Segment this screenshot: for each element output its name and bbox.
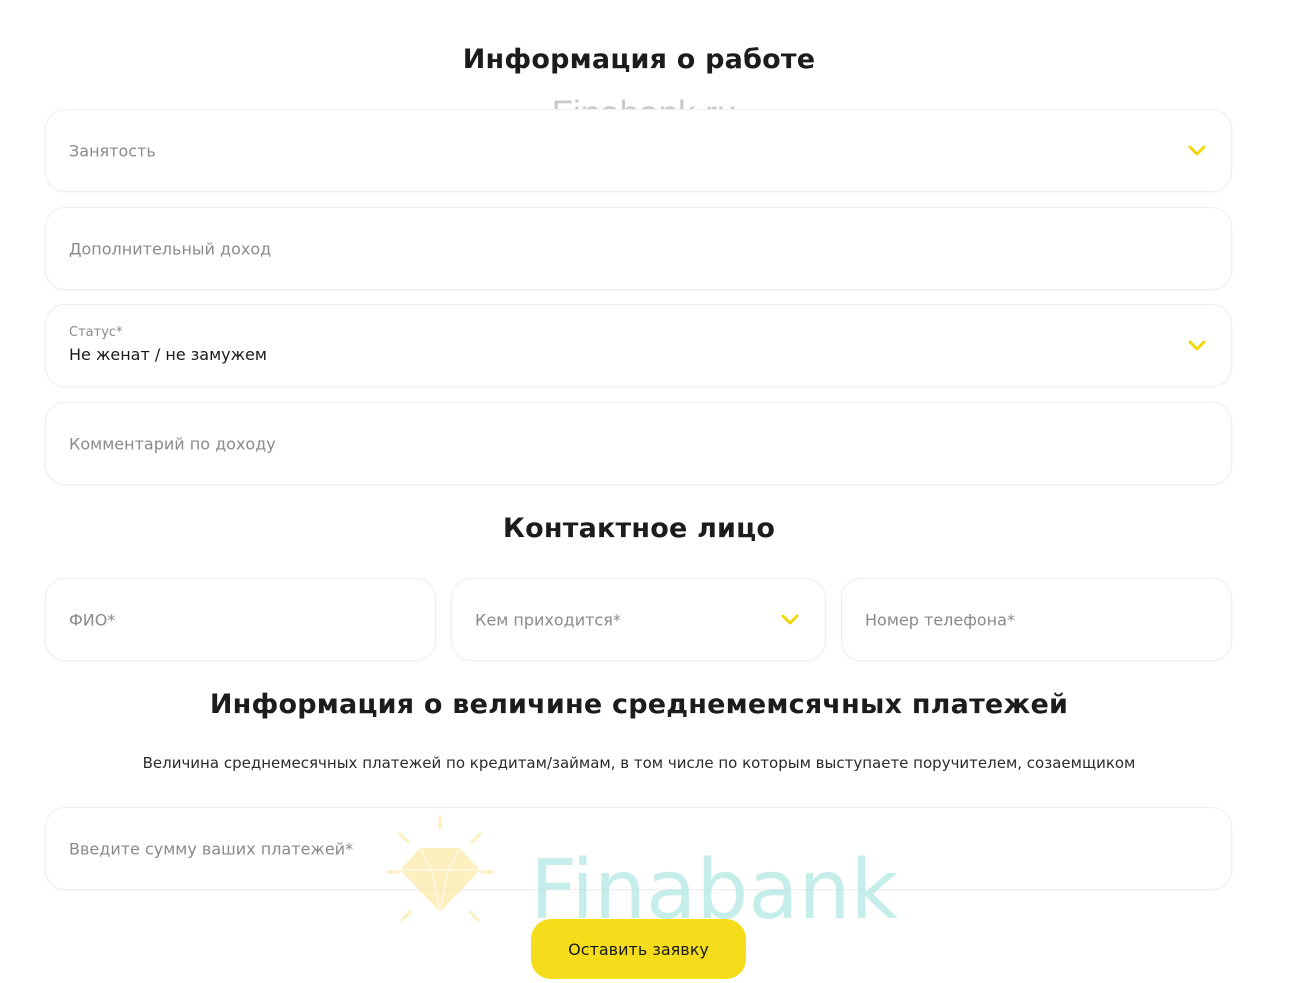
payments-amount-input[interactable]: Введите сумму ваших платежей* — [45, 807, 1232, 890]
contact-phone-input[interactable]: Номер телефона* — [841, 578, 1232, 661]
payments-description: Величина среднемесячных платежей по кред… — [142, 754, 1136, 772]
contact-phone-placeholder: Номер телефона* — [865, 610, 1015, 629]
employment-placeholder: Занятость — [69, 141, 156, 160]
status-select[interactable]: Статус* Не женат / не замужем — [45, 304, 1232, 387]
status-value: Не женат / не замужем — [69, 345, 267, 364]
contact-relation-select[interactable]: Кем приходится* — [451, 578, 826, 661]
payments-amount-placeholder: Введите сумму ваших платежей* — [69, 839, 354, 858]
submit-application-button[interactable]: Оставить заявку — [531, 919, 746, 979]
work-info-title: Информация о работе — [462, 44, 816, 75]
additional-income-placeholder: Дополнительный доход — [69, 239, 272, 258]
income-comment-placeholder: Комментарий по доходу — [69, 434, 276, 453]
chevron-down-icon — [1188, 340, 1206, 350]
chevron-down-icon — [781, 614, 799, 624]
employment-select[interactable]: Занятость — [45, 109, 1232, 192]
contact-person-title: Контактное лицо — [502, 513, 776, 544]
additional-income-input[interactable]: Дополнительный доход — [45, 207, 1232, 290]
income-comment-input[interactable]: Комментарий по доходу — [45, 402, 1232, 485]
chevron-down-icon — [1188, 145, 1206, 155]
contact-name-input[interactable]: ФИО* — [45, 578, 436, 661]
status-label: Статус* — [69, 325, 123, 340]
payments-info-title: Информация о величине среднемемсячных пл… — [209, 689, 1069, 720]
contact-relation-placeholder: Кем приходится* — [475, 610, 621, 629]
application-form-page: Информация о работе Finabank.ru Занятост… — [0, 0, 1293, 983]
contact-name-placeholder: ФИО* — [69, 610, 116, 629]
